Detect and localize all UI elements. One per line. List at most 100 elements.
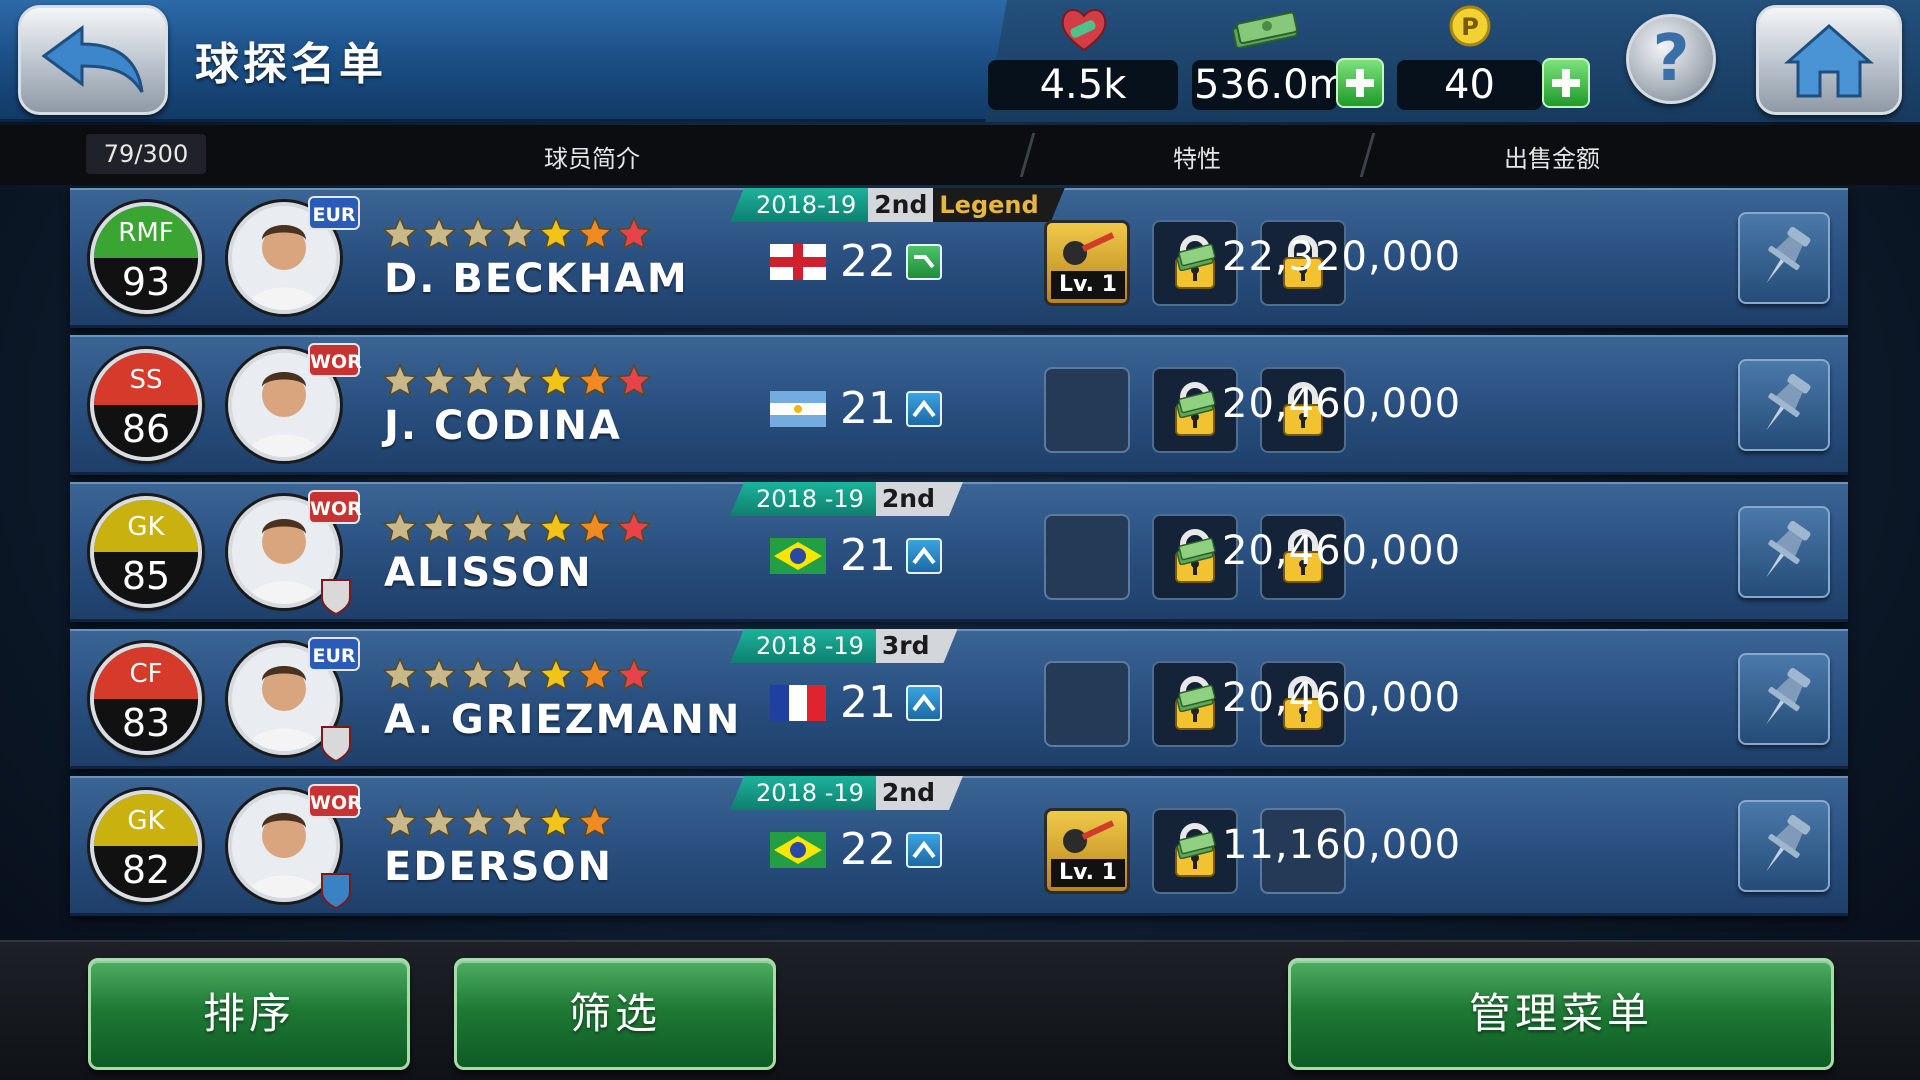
home-button[interactable] bbox=[1756, 5, 1902, 115]
star-rating bbox=[382, 216, 652, 250]
svg-text:P: P bbox=[1461, 13, 1479, 41]
column-divider bbox=[1359, 133, 1376, 177]
star-rating bbox=[382, 363, 652, 397]
condition-arrow-icon bbox=[906, 685, 942, 721]
season-tag: 2018 -19 2nd bbox=[730, 776, 963, 810]
season-year: 2018 -19 bbox=[730, 629, 876, 663]
nationality-flag-icon bbox=[770, 685, 826, 721]
sort-button[interactable]: 排序 bbox=[88, 958, 410, 1070]
season-tier: 3rd bbox=[876, 629, 936, 663]
column-divider bbox=[1019, 133, 1036, 177]
handshake-icon bbox=[1061, 9, 1107, 52]
coin-icon: P bbox=[1449, 5, 1491, 47]
column-traits: 特性 bbox=[1173, 145, 1221, 173]
condition-arrow-icon bbox=[906, 538, 942, 574]
player-row[interactable]: GK 82 WOR EDERSON 2018 -19 2nd 22 Lv. 1 11,160,0… bbox=[70, 776, 1848, 916]
star-icon bbox=[538, 363, 574, 397]
coins-value: 40 bbox=[1397, 60, 1542, 110]
add-money-button[interactable] bbox=[1336, 58, 1384, 108]
pin-button[interactable] bbox=[1738, 653, 1830, 745]
pin-button[interactable] bbox=[1738, 212, 1830, 304]
skill-icon bbox=[1063, 820, 1115, 853]
page-title: 球探名单 bbox=[195, 39, 387, 90]
star-icon bbox=[577, 510, 613, 544]
column-header: 79/300 球员简介 特性 出售金额 bbox=[0, 125, 1920, 185]
star-icon bbox=[616, 657, 652, 691]
season-year: 2018 -19 bbox=[730, 482, 876, 516]
player-row[interactable]: RMF 93 EUR D. BECKHAM 2018-19 2nd Legend 22 Lv. … bbox=[70, 188, 1848, 328]
skill-slot-active[interactable]: Lv. 1 bbox=[1044, 808, 1130, 894]
sale-price-value: 20,460,000 bbox=[1222, 381, 1462, 427]
club-badge-icon bbox=[321, 873, 351, 910]
star-icon bbox=[460, 363, 496, 397]
plus-icon bbox=[1346, 69, 1374, 97]
player-row[interactable]: GK 85 WOR ALISSON 2018 -19 2nd 21 20,460,000 bbox=[70, 482, 1848, 622]
star-icon bbox=[382, 510, 418, 544]
player-name: D. BECKHAM bbox=[384, 256, 689, 302]
sale-price-value: 11,160,000 bbox=[1222, 822, 1462, 868]
pin-button[interactable] bbox=[1738, 359, 1830, 451]
bottom-bar: 排序 筛选 管理菜单 bbox=[0, 940, 1920, 1080]
position-rating-badge: GK 82 bbox=[90, 790, 202, 902]
skill-slot-active[interactable]: Lv. 1 bbox=[1044, 220, 1130, 306]
skill-icon bbox=[1063, 232, 1115, 265]
star-icon bbox=[460, 510, 496, 544]
nationality-flag-icon bbox=[770, 391, 826, 427]
star-icon bbox=[616, 216, 652, 250]
pin-button[interactable] bbox=[1738, 506, 1830, 598]
star-icon bbox=[499, 510, 535, 544]
star-icon bbox=[421, 363, 457, 397]
star-icon bbox=[499, 657, 535, 691]
cash-icon bbox=[1176, 831, 1216, 859]
star-icon bbox=[460, 804, 496, 838]
cash-icon bbox=[1232, 12, 1298, 48]
nationality-flag-icon bbox=[770, 244, 826, 280]
star-icon bbox=[499, 216, 535, 250]
money-value: 536.0m bbox=[1192, 60, 1348, 110]
manage-menu-button[interactable]: 管理菜单 bbox=[1288, 958, 1834, 1070]
star-icon bbox=[538, 804, 574, 838]
star-icon bbox=[577, 804, 613, 838]
position-label: GK bbox=[127, 806, 165, 836]
help-button[interactable]: ? bbox=[1626, 14, 1716, 104]
region-tag: EUR bbox=[308, 196, 360, 230]
star-icon bbox=[577, 657, 613, 691]
skill-slot-empty[interactable] bbox=[1044, 661, 1130, 747]
sale-price: 11,160,000 bbox=[1176, 822, 1461, 868]
pin-icon bbox=[1766, 667, 1811, 725]
season-year: 2018 -19 bbox=[730, 776, 876, 810]
overall-rating: 82 bbox=[121, 848, 171, 892]
position-rating-badge: GK 85 bbox=[90, 496, 202, 608]
region-tag: WOR bbox=[308, 343, 362, 377]
player-row[interactable]: CF 83 EUR A. GRIEZMANN 2018 -19 3rd 21 20,460,0… bbox=[70, 629, 1848, 769]
home-icon bbox=[1784, 24, 1874, 98]
overall-rating: 93 bbox=[121, 260, 171, 304]
sale-price-value: 20,460,000 bbox=[1222, 675, 1462, 721]
skill-slot-empty[interactable] bbox=[1044, 367, 1130, 453]
gp-value: 4.5k bbox=[988, 60, 1178, 110]
region-tag: WOR bbox=[308, 490, 362, 524]
scout-list[interactable]: RMF 93 EUR D. BECKHAM 2018-19 2nd Legend 22 Lv. … bbox=[0, 188, 1920, 940]
filter-button[interactable]: 筛选 bbox=[454, 958, 776, 1070]
skill-slot-empty[interactable] bbox=[1044, 514, 1130, 600]
player-age: 22 bbox=[840, 236, 896, 287]
position-rating-badge: CF 83 bbox=[90, 643, 202, 755]
star-icon bbox=[382, 216, 418, 250]
back-button[interactable] bbox=[18, 5, 168, 115]
player-row[interactable]: SS 86 WOR J. CODINA 21 20,460,000 bbox=[70, 335, 1848, 475]
condition-arrow-icon bbox=[906, 832, 942, 868]
star-icon bbox=[421, 510, 457, 544]
roster-count: 79/300 bbox=[86, 134, 206, 174]
pin-button[interactable] bbox=[1738, 800, 1830, 892]
add-coins-button[interactable] bbox=[1542, 58, 1590, 108]
sale-price: 22,320,000 bbox=[1176, 234, 1461, 280]
star-icon bbox=[460, 657, 496, 691]
season-tag: 2018 -19 3rd bbox=[730, 629, 958, 663]
pin-icon bbox=[1766, 814, 1811, 872]
nationality-flag-icon bbox=[770, 832, 826, 868]
cash-icon bbox=[1176, 243, 1216, 271]
player-age: 21 bbox=[840, 530, 896, 581]
player-name: J. CODINA bbox=[384, 403, 622, 449]
condition-arrow-icon bbox=[906, 391, 942, 427]
sale-price-value: 20,460,000 bbox=[1222, 528, 1462, 574]
